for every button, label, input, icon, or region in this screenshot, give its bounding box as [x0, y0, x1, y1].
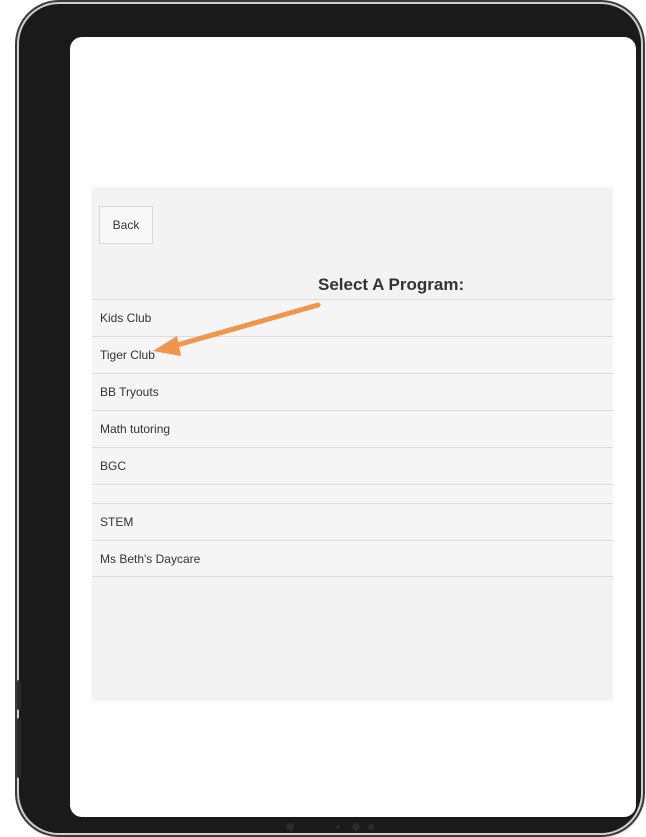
- program-item-kids-club[interactable]: Kids Club: [92, 299, 613, 336]
- tablet-screen: Back Select A Program: Kids Club Tiger C…: [70, 37, 636, 817]
- sensor-dot: [368, 824, 374, 830]
- program-panel: Back Select A Program: Kids Club Tiger C…: [92, 187, 613, 701]
- program-item-bgc[interactable]: BGC: [92, 447, 613, 484]
- sensor-dot: [352, 823, 360, 831]
- program-item-tiger-club[interactable]: Tiger Club: [92, 336, 613, 373]
- page-title: Select A Program:: [318, 275, 465, 294]
- back-button[interactable]: Back: [99, 206, 153, 244]
- program-item-empty[interactable]: [92, 484, 613, 503]
- sensor-dot: [286, 823, 294, 831]
- volume-down-button: [17, 718, 21, 778]
- tablet-sensors: [0, 815, 646, 835]
- program-item-math-tutoring[interactable]: Math tutoring: [92, 410, 613, 447]
- program-item-ms-beths-daycare[interactable]: Ms Beth's Daycare: [92, 540, 613, 577]
- tablet-frame: Back Select A Program: Kids Club Tiger C…: [19, 4, 641, 833]
- program-item-stem[interactable]: STEM: [92, 503, 613, 540]
- program-item-bb-tryouts[interactable]: BB Tryouts: [92, 373, 613, 410]
- sensor-dot: [336, 825, 340, 829]
- program-list: Kids Club Tiger Club BB Tryouts Math tut…: [92, 299, 613, 577]
- volume-up-button: [17, 680, 21, 710]
